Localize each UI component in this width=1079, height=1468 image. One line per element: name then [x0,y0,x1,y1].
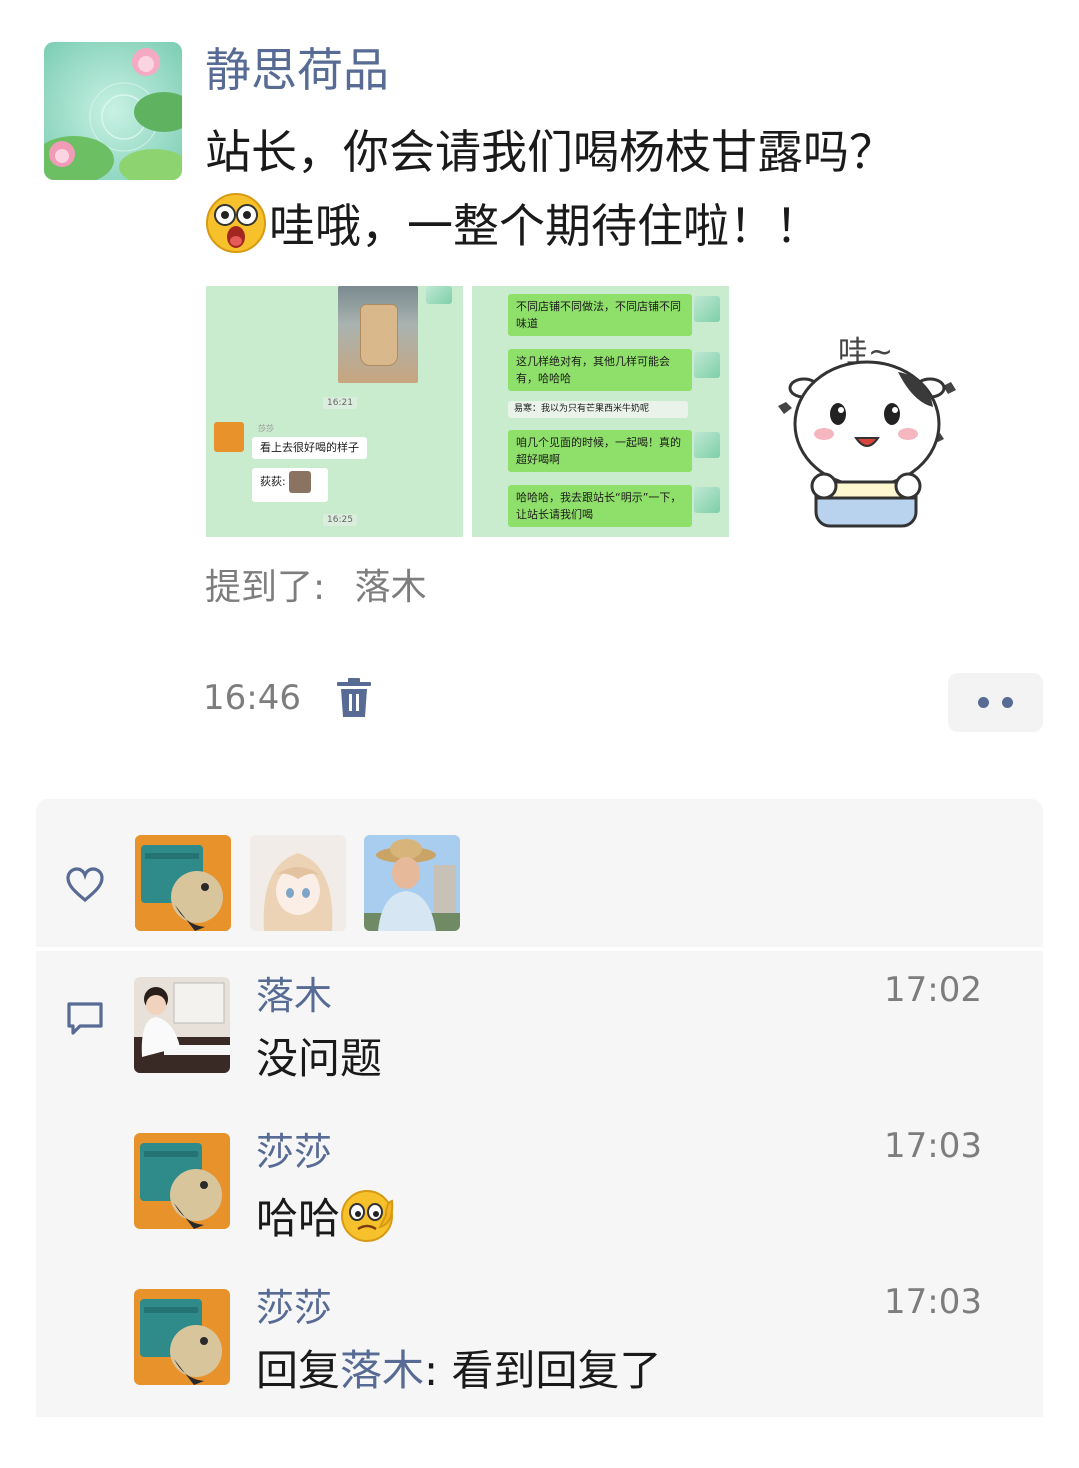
like-avatar-anime-girl[interactable] [250,835,346,931]
chat-avatar [426,286,452,304]
chat-bubble: 荻荻: [252,468,328,502]
chat-avatar [694,432,720,458]
comment-text: 看到回复了 [451,1346,662,1395]
comments-panel: 落木 17:02 没问题 莎莎 17:03 哈哈 莎莎 17:03 回复落木: … [36,951,1043,1417]
comment-avatar[interactable] [134,1133,230,1229]
comment-avatar[interactable] [134,977,230,1073]
comment-author[interactable]: 莎莎 [256,1283,332,1333]
comment-author[interactable]: 落木 [256,971,332,1021]
like-avatar-cat[interactable] [135,835,231,931]
post-text-line2-wrap: 哇哦，一整个期待住啦！！ [205,189,1035,263]
mention-name[interactable]: 落木 [355,567,427,608]
anime-girl-avatar [250,835,346,931]
chat-avatar [694,352,720,378]
reply-prefix: 回复 [256,1346,341,1395]
image-thumbnail-1[interactable]: 16:21 莎莎 看上去很好喝的样子 荻荻: 16:25 [206,286,463,537]
comment-time: 17:03 [884,1126,982,1166]
likes-panel [36,799,1043,947]
author-name[interactable]: 静思荷品 [205,40,389,100]
comment-author[interactable]: 莎莎 [256,1127,332,1177]
comment-time: 17:03 [884,1282,982,1322]
heart-icon [66,867,104,903]
cat-avatar [135,835,231,931]
quote-bubble: 易寒：我以为只有芒果西米牛奶呢 [508,401,688,418]
image-thumbnail-3[interactable]: 哇~ [738,286,995,537]
mention-line: 提到了: 落木 [205,563,427,613]
trash-icon[interactable] [335,677,373,719]
chat-avatar [694,487,720,513]
comment-text-wrap[interactable]: 哈哈 [256,1187,398,1247]
cow-sticker-image: 哇~ [778,335,956,528]
wow-emoji-icon [206,193,266,253]
chat-name: 莎莎 [258,424,274,433]
chat-avatar [694,296,720,322]
comment-time: 17:02 [884,970,982,1010]
reply-to-name[interactable]: 落木 [340,1346,424,1395]
chat-bubble: 咱几个见面的时候，一起喝！真的超好喝啊 [508,430,692,472]
author-avatar[interactable] [44,42,182,180]
post-text-line2: 哇哦，一整个期待住啦！！ [269,199,821,253]
chat-bubble: 看上去很好喝的样子 [252,437,367,459]
comment-text-wrap[interactable]: 回复落木: 看到回复了 [256,1343,662,1399]
comment-text[interactable]: 没问题 [256,1031,382,1087]
mention-label: 提到了: [205,567,326,608]
reply-separator: : [424,1346,452,1395]
post-time: 16:46 [203,678,301,718]
comment-text: 哈哈 [256,1194,341,1243]
more-button[interactable] [948,673,1043,732]
post-text-line1: 站长，你会请我们喝杨枝甘露吗？ [205,125,895,179]
cat-avatar [134,1289,230,1385]
chat-bubble: 这几样绝对有，其他几样可能会有，哈哈哈 [508,349,692,391]
lotus-avatar-image [44,42,182,180]
piano-child-avatar [134,977,230,1073]
post-text: 站长，你会请我们喝杨枝甘露吗？ 哇哦，一整个期待住啦！！ [205,115,1035,263]
smirk-emoji-icon [341,1190,394,1242]
image-thumbnail-2[interactable]: 不同店铺不同做法，不同店铺不同味道 这几样绝对有，其他几样可能会有，哈哈哈 易寒… [472,286,729,537]
like-avatar-hat-person[interactable] [364,835,460,931]
chat-time: 16:25 [323,514,357,526]
drink-photo [338,286,418,383]
more-dots-icon [978,697,989,708]
chat-bubble: 不同店铺不同做法，不同店铺不同味道 [508,294,692,336]
cat-avatar [134,1133,230,1229]
hat-person-avatar [364,835,460,931]
more-dot [1002,697,1013,708]
chat-avatar-cat [214,422,244,452]
comment-avatar[interactable] [134,1289,230,1385]
chat-bubble: 哈哈哈，我去跟站长“明示”一下，让站长请我们喝 [508,485,692,527]
comment-icon [67,1002,103,1035]
chat-time: 16:21 [323,397,357,409]
